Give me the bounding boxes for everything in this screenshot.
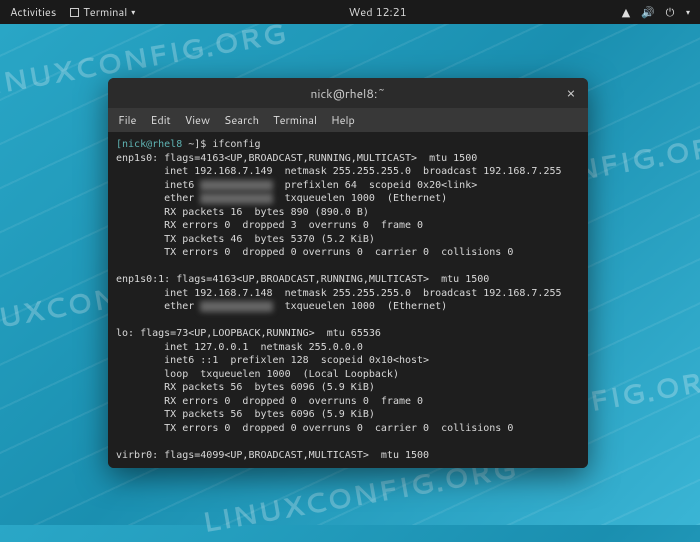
terminal-icon xyxy=(70,8,79,17)
menubar: File Edit View Search Terminal Help xyxy=(108,108,588,132)
terminal-window: nick@rhel8:~ × File Edit View Search Ter… xyxy=(108,78,588,468)
terminal-content[interactable]: [nick@rhel8 ~]$ ifconfigenp1s0: flags=41… xyxy=(108,132,588,468)
gnome-topbar: Activities Terminal ▾ Wed 12:21 ▲ 🔊 ⏻ ▾ xyxy=(0,0,700,24)
menu-edit[interactable]: Edit xyxy=(150,112,170,128)
menu-file[interactable]: File xyxy=(118,112,136,128)
clock[interactable]: Wed 12:21 xyxy=(349,4,407,20)
menu-help[interactable]: Help xyxy=(331,112,355,128)
chevron-down-icon[interactable]: ▾ xyxy=(686,6,690,18)
menu-search[interactable]: Search xyxy=(224,112,259,128)
window-titlebar[interactable]: nick@rhel8:~ × xyxy=(108,78,588,108)
app-indicator-label: Terminal xyxy=(83,4,127,20)
activities-button[interactable]: Activities xyxy=(10,4,56,20)
power-icon[interactable]: ⏻ xyxy=(664,6,676,18)
network-icon[interactable]: ▲ xyxy=(620,6,632,18)
window-title: nick@rhel8:~ xyxy=(310,85,385,102)
close-icon: × xyxy=(567,83,576,103)
menu-terminal[interactable]: Terminal xyxy=(273,112,317,128)
close-button[interactable]: × xyxy=(562,84,580,102)
volume-icon[interactable]: 🔊 xyxy=(642,6,654,18)
menu-view[interactable]: View xyxy=(185,112,210,128)
app-indicator[interactable]: Terminal ▾ xyxy=(70,4,135,20)
